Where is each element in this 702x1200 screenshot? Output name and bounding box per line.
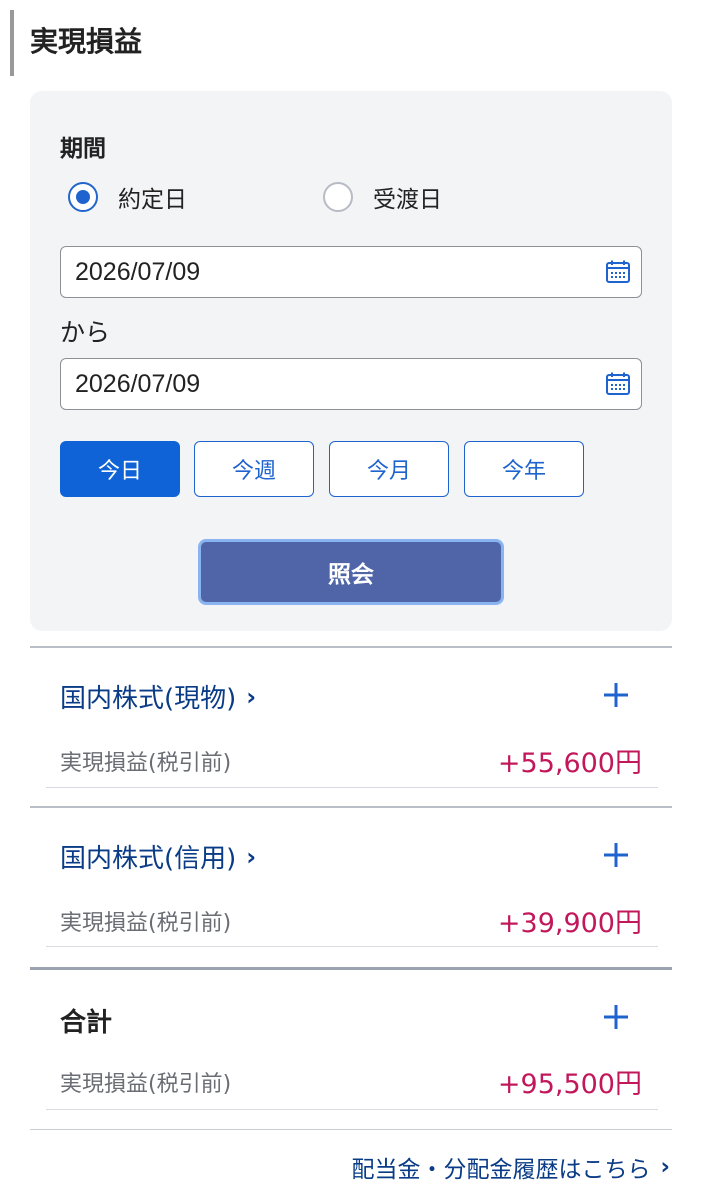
period-label: 期間: [60, 136, 106, 162]
section-title-text: 国内株式(現物): [60, 684, 237, 714]
radio-trade-date[interactable]: 約定日: [68, 179, 187, 215]
date-from-field[interactable]: [60, 246, 642, 298]
row-underline: [46, 787, 658, 788]
dividend-history-link-text: 配当金・分配金履歴はこちら: [351, 1157, 651, 1183]
radio-trade-date-indicator[interactable]: [68, 182, 98, 212]
result-section-total: 合計 実現損益(税引前) +95,500円: [30, 970, 672, 1130]
section-title-total: 合計: [60, 1008, 113, 1038]
row-underline: [46, 1109, 658, 1110]
date-to-field[interactable]: [60, 358, 642, 410]
row-value: +95,500円: [497, 1069, 642, 1100]
row-label: 実現損益(税引前): [60, 751, 232, 776]
footer-divider: [30, 1129, 672, 1130]
section-title-text: 国内株式(信用): [60, 844, 237, 874]
chevron-right-icon: ›: [246, 682, 257, 711]
plus-icon[interactable]: [602, 841, 630, 869]
quick-range-year-button[interactable]: 今年: [464, 441, 584, 497]
plus-icon[interactable]: [602, 1003, 630, 1031]
row-value: +55,600円: [497, 748, 642, 779]
page-header: 実現損益: [0, 0, 702, 80]
radio-settlement-date[interactable]: 受渡日: [323, 179, 442, 215]
header-accent-bar: [10, 10, 14, 76]
section-title-spot-link[interactable]: 国内株式(現物) ›: [60, 678, 256, 715]
dividend-history-link[interactable]: 配当金・分配金履歴はこちら ›: [352, 1150, 670, 1184]
radio-settlement-date-indicator[interactable]: [323, 182, 353, 212]
row-label: 実現損益(税引前): [60, 1072, 232, 1097]
row-value: +39,900円: [497, 908, 642, 939]
quick-range-today-button[interactable]: 今日: [60, 441, 180, 497]
radio-settlement-date-label: 受渡日: [373, 187, 442, 213]
quick-range-month-button[interactable]: 今月: [329, 441, 449, 497]
row-label: 実現損益(税引前): [60, 911, 232, 936]
filter-panel: 期間 約定日 受渡日 2026/07/09 から 2026/07/09 今日 今…: [30, 91, 672, 631]
from-suffix-label: から: [60, 318, 111, 347]
page-title: 実現損益: [30, 25, 143, 58]
date-to-input[interactable]: [75, 368, 575, 400]
date-type-radio-group: 約定日 受渡日: [60, 177, 650, 217]
date-from-input[interactable]: [75, 256, 575, 288]
calendar-icon[interactable]: [605, 259, 631, 285]
result-section-spot: 国内株式(現物) › 実現損益(税引前) +55,600円: [30, 648, 672, 808]
realized-pnl-page: 実現損益 期間 約定日 受渡日 2026/07/09 から 2026/07/09…: [0, 0, 702, 1200]
row-underline: [46, 946, 658, 947]
inquiry-submit-button[interactable]: 照会: [198, 539, 504, 605]
radio-trade-date-label: 約定日: [118, 187, 187, 213]
section-title-margin-link[interactable]: 国内株式(信用) ›: [60, 838, 256, 875]
calendar-icon[interactable]: [605, 371, 631, 397]
plus-icon[interactable]: [602, 681, 630, 709]
result-section-margin: 国内株式(信用) › 実現損益(税引前) +39,900円: [30, 808, 672, 968]
chevron-right-icon: ›: [246, 842, 257, 871]
quick-range-week-button[interactable]: 今週: [194, 441, 314, 497]
chevron-right-icon: ›: [660, 1154, 670, 1180]
